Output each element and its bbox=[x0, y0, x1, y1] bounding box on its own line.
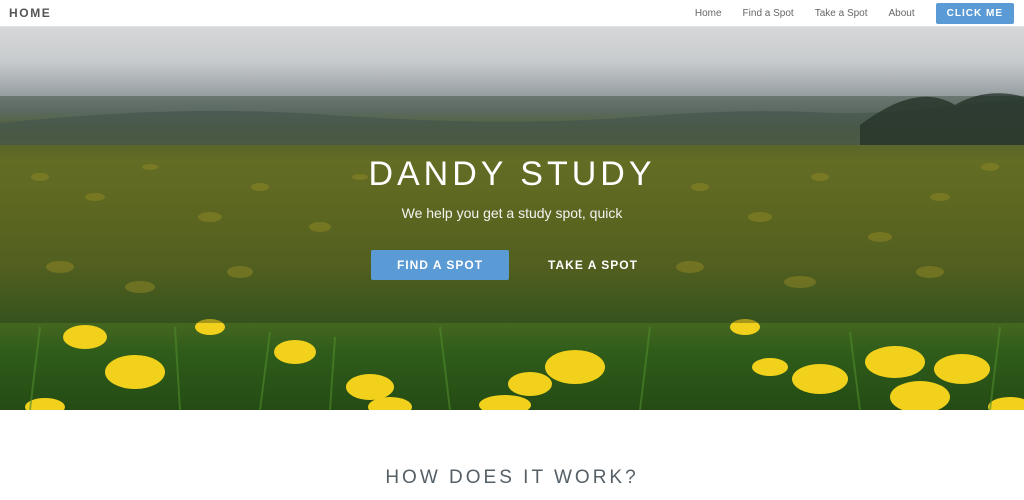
top-navbar: HOME Home Find a Spot Take a Spot About … bbox=[0, 0, 1024, 27]
nav-links: Home Find a Spot Take a Spot About CLICK… bbox=[695, 2, 1014, 24]
nav-link-home[interactable]: Home bbox=[695, 8, 722, 19]
nav-link-about[interactable]: About bbox=[889, 8, 915, 19]
brand-home-link[interactable]: HOME bbox=[9, 6, 51, 20]
nav-link-take-a-spot[interactable]: Take a Spot bbox=[815, 8, 868, 19]
hero-subtitle: We help you get a study spot, quick bbox=[401, 205, 623, 221]
find-a-spot-button[interactable]: FIND A SPOT bbox=[371, 250, 509, 280]
hero-title: DANDY STUDY bbox=[368, 155, 656, 193]
how-it-works-heading: HOW DOES IT WORK? bbox=[385, 467, 639, 488]
take-a-spot-button[interactable]: TAKE A SPOT bbox=[533, 250, 653, 280]
hero-buttons: FIND A SPOT TAKE A SPOT bbox=[0, 250, 1024, 280]
hero-section: DANDY STUDY We help you get a study spot… bbox=[0, 27, 1024, 410]
click-me-button[interactable]: CLICK ME bbox=[935, 2, 1014, 24]
nav-link-find-a-spot[interactable]: Find a Spot bbox=[743, 8, 794, 19]
